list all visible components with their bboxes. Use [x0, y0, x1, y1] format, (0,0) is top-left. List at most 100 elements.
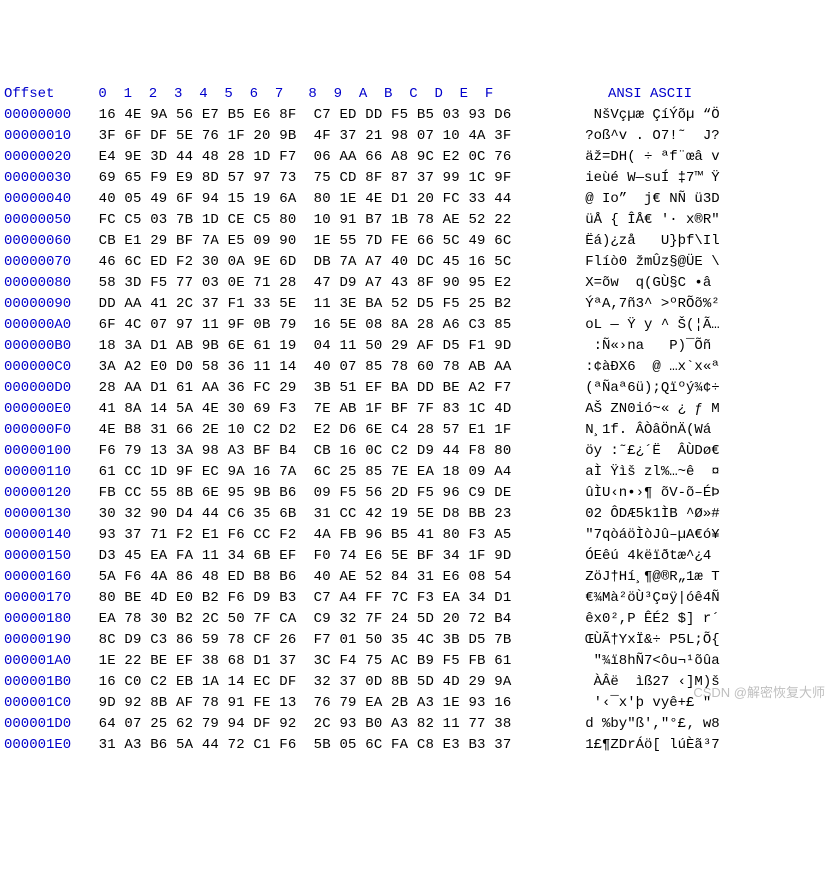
hex-row[interactable]: 00000030 69 65 F9 E9 8D 57 97 73 75 CD 8…: [0, 168, 833, 189]
ascii-cell[interactable]: AŠ ZN0ió~« ¿ ƒ M: [560, 399, 720, 420]
hex-row[interactable]: 00000070 46 6C ED F2 30 0A 9E 6D DB 7A A…: [0, 252, 833, 273]
ascii-cell[interactable]: ŒÙÃ†YxÏ&÷ P5L;Õ{: [560, 630, 720, 651]
hex-row[interactable]: 00000100 F6 79 13 3A 98 A3 BF B4 CB 16 0…: [0, 441, 833, 462]
ascii-cell[interactable]: üÅ { ÎÅ€ '· x®R": [560, 210, 720, 231]
offset-cell: 000000C0: [0, 357, 90, 378]
ascii-cell[interactable]: N¸1f. ÂÒâÖnÄ(Wá: [560, 420, 720, 441]
ascii-cell[interactable]: êx0²,P ÊÉ2 $] r´: [560, 609, 720, 630]
hex-bytes[interactable]: 8C D9 C3 86 59 78 CF 26 F7 01 50 35 4C 3…: [90, 630, 560, 651]
hex-bytes[interactable]: 6F 4C 07 97 11 9F 0B 79 16 5E 08 8A 28 A…: [90, 315, 560, 336]
hex-row[interactable]: 00000040 40 05 49 6F 94 15 19 6A 80 1E 4…: [0, 189, 833, 210]
hex-bytes[interactable]: FC C5 03 7B 1D CE C5 80 10 91 B7 1B 78 A…: [90, 210, 560, 231]
hex-row[interactable]: 000000C0 3A A2 E0 D0 58 36 11 14 40 07 8…: [0, 357, 833, 378]
offset-cell: 00000090: [0, 294, 90, 315]
hex-bytes[interactable]: 16 C0 C2 EB 1A 14 EC DF 32 37 0D 8B 5D 4…: [90, 672, 560, 693]
hex-bytes[interactable]: 58 3D F5 77 03 0E 71 28 47 D9 A7 43 8F 9…: [90, 273, 560, 294]
hex-row[interactable]: 00000000 16 4E 9A 56 E7 B5 E6 8F C7 ED D…: [0, 105, 833, 126]
hex-bytes[interactable]: D3 45 EA FA 11 34 6B EF F0 74 E6 5E BF 3…: [90, 546, 560, 567]
hex-bytes[interactable]: FB CC 55 8B 6E 95 9B B6 09 F5 56 2D F5 9…: [90, 483, 560, 504]
hex-row[interactable]: 000001D0 64 07 25 62 79 94 DF 92 2C 93 B…: [0, 714, 833, 735]
offset-cell: 00000010: [0, 126, 90, 147]
offset-cell: 00000080: [0, 273, 90, 294]
hex-row[interactable]: 000000A0 6F 4C 07 97 11 9F 0B 79 16 5E 0…: [0, 315, 833, 336]
hex-bytes[interactable]: 80 BE 4D E0 B2 F6 D9 B3 C7 A4 FF 7C F3 E…: [90, 588, 560, 609]
ascii-cell[interactable]: oL — Ÿ y ^ Š(¦Ã…: [560, 315, 720, 336]
ascii-cell[interactable]: ûÌU‹n•›¶ õV-õ–ÉÞ: [560, 483, 720, 504]
ascii-cell[interactable]: 1£¶ZDrÁö[ lúÈã³7: [560, 735, 720, 756]
hex-bytes[interactable]: 9D 92 8B AF 78 91 FE 13 76 79 EA 2B A3 1…: [90, 693, 560, 714]
ascii-cell[interactable]: :¢àÐX6 @ …x`x«ª: [560, 357, 720, 378]
ascii-cell[interactable]: :Ñ«›na P)¯Õñ: [560, 336, 720, 357]
ascii-cell[interactable]: €¾Mà²öÙ³Ç¤ÿ|óê4Ñ: [560, 588, 720, 609]
header-ascii-label: ANSI ASCII: [608, 84, 692, 105]
hex-row[interactable]: 00000170 80 BE 4D E0 B2 F6 D9 B3 C7 A4 F…: [0, 588, 833, 609]
hex-row[interactable]: 000000B0 18 3A D1 AB 9B 6E 61 19 04 11 5…: [0, 336, 833, 357]
hex-bytes[interactable]: 28 AA D1 61 AA 36 FC 29 3B 51 EF BA DD B…: [90, 378, 560, 399]
hex-bytes[interactable]: 16 4E 9A 56 E7 B5 E6 8F C7 ED DD F5 B5 0…: [90, 105, 560, 126]
hex-row[interactable]: 00000140 93 37 71 F2 E1 F6 CC F2 4A FB 9…: [0, 525, 833, 546]
hex-row[interactable]: 00000160 5A F6 4A 86 48 ED B8 B6 40 AE 5…: [0, 567, 833, 588]
ascii-cell[interactable]: ZöJ†Hí¸¶@®R„1æ T: [560, 567, 720, 588]
hex-row[interactable]: 00000090 DD AA 41 2C 37 F1 33 5E 11 3E B…: [0, 294, 833, 315]
hex-bytes[interactable]: 41 8A 14 5A 4E 30 69 F3 7E AB 1F BF 7F 8…: [90, 399, 560, 420]
hex-row[interactable]: 000001E0 31 A3 B6 5A 44 72 C1 F6 5B 05 6…: [0, 735, 833, 756]
hex-bytes[interactable]: 1E 22 BE EF 38 68 D1 37 3C F4 75 AC B9 F…: [90, 651, 560, 672]
hex-row[interactable]: 00000020 E4 9E 3D 44 48 28 1D F7 06 AA 6…: [0, 147, 833, 168]
hex-bytes[interactable]: 4E B8 31 66 2E 10 C2 D2 E2 D6 6E C4 28 5…: [90, 420, 560, 441]
ascii-cell[interactable]: @ Io” j€ NÑ ü3D: [560, 189, 720, 210]
hex-bytes[interactable]: 61 CC 1D 9F EC 9A 16 7A 6C 25 85 7E EA 1…: [90, 462, 560, 483]
hex-row[interactable]: 000000E0 41 8A 14 5A 4E 30 69 F3 7E AB 1…: [0, 399, 833, 420]
ascii-cell[interactable]: (ªÑaª6ü);Qïºý¾¢÷: [560, 378, 720, 399]
offset-cell: 000000D0: [0, 378, 90, 399]
ascii-cell[interactable]: NšVçµæ ÇíÝõµ “Ö: [560, 105, 720, 126]
hex-bytes[interactable]: EA 78 30 B2 2C 50 7F CA C9 32 7F 24 5D 2…: [90, 609, 560, 630]
hex-bytes[interactable]: F6 79 13 3A 98 A3 BF B4 CB 16 0C C2 D9 4…: [90, 441, 560, 462]
hex-bytes[interactable]: 5A F6 4A 86 48 ED B8 B6 40 AE 52 84 31 E…: [90, 567, 560, 588]
hex-row[interactable]: 00000010 3F 6F DF 5E 76 1F 20 9B 4F 37 2…: [0, 126, 833, 147]
hex-row[interactable]: 00000080 58 3D F5 77 03 0E 71 28 47 D9 A…: [0, 273, 833, 294]
ascii-cell[interactable]: ?oß^v . O7!˜ J?: [560, 126, 720, 147]
hex-row[interactable]: 00000060 CB E1 29 BF 7A E5 09 90 1E 55 7…: [0, 231, 833, 252]
ascii-cell[interactable]: ieùé W—suÍ ‡7™ Ÿ: [560, 168, 720, 189]
ascii-cell[interactable]: öy :˜£¿´Ë ÂÙDø€: [560, 441, 720, 462]
hex-row[interactable]: 00000050 FC C5 03 7B 1D CE C5 80 10 91 B…: [0, 210, 833, 231]
hex-bytes[interactable]: 46 6C ED F2 30 0A 9E 6D DB 7A A7 40 DC 4…: [90, 252, 560, 273]
offset-cell: 00000110: [0, 462, 90, 483]
ascii-cell[interactable]: Flíò0 žmÛz§@ÜE \: [560, 252, 720, 273]
ascii-cell[interactable]: 02 ÔDÆ5k1ÌB ^Ø»#: [560, 504, 720, 525]
hex-bytes[interactable]: 3F 6F DF 5E 76 1F 20 9B 4F 37 21 98 07 1…: [90, 126, 560, 147]
ascii-cell[interactable]: ÝªA,7ñ3^ >ºRÕõ%²: [560, 294, 720, 315]
hex-bytes[interactable]: 3A A2 E0 D0 58 36 11 14 40 07 85 78 60 7…: [90, 357, 560, 378]
ascii-cell[interactable]: X=õw q(GÙ§C •â: [560, 273, 711, 294]
offset-cell: 00000150: [0, 546, 90, 567]
ascii-cell[interactable]: "7qòáöÌòJû–µA€ó¥: [560, 525, 720, 546]
offset-cell: 00000120: [0, 483, 90, 504]
offset-cell: 00000180: [0, 609, 90, 630]
hex-row[interactable]: 000001A0 1E 22 BE EF 38 68 D1 37 3C F4 7…: [0, 651, 833, 672]
hex-bytes[interactable]: 31 A3 B6 5A 44 72 C1 F6 5B 05 6C FA C8 E…: [90, 735, 560, 756]
hex-bytes[interactable]: CB E1 29 BF 7A E5 09 90 1E 55 7D FE 66 5…: [90, 231, 560, 252]
hex-bytes[interactable]: 40 05 49 6F 94 15 19 6A 80 1E 4E D1 20 F…: [90, 189, 560, 210]
hex-row[interactable]: 00000180 EA 78 30 B2 2C 50 7F CA C9 32 7…: [0, 609, 833, 630]
hex-row[interactable]: 000000D0 28 AA D1 61 AA 36 FC 29 3B 51 E…: [0, 378, 833, 399]
ascii-cell[interactable]: ÓEêú 4këïðtæ^¿4: [560, 546, 720, 567]
hex-row[interactable]: 000000F0 4E B8 31 66 2E 10 C2 D2 E2 D6 6…: [0, 420, 833, 441]
hex-row[interactable]: 00000120 FB CC 55 8B 6E 95 9B B6 09 F5 5…: [0, 483, 833, 504]
hex-row[interactable]: 00000130 30 32 90 D4 44 C6 35 6B 31 CC 4…: [0, 504, 833, 525]
hex-row[interactable]: 00000110 61 CC 1D 9F EC 9A 16 7A 6C 25 8…: [0, 462, 833, 483]
ascii-cell[interactable]: äž=DH( ÷ ªf¨œâ v: [560, 147, 720, 168]
ascii-cell[interactable]: Ëá)¿zå U}þf\Il: [560, 231, 720, 252]
ascii-cell[interactable]: aÌ Ÿìš zl%…~ê ¤: [560, 462, 720, 483]
hex-bytes[interactable]: 69 65 F9 E9 8D 57 97 73 75 CD 8F 87 37 9…: [90, 168, 560, 189]
ascii-cell[interactable]: d %by"ß',"°£‚ w8: [560, 714, 720, 735]
hex-bytes[interactable]: DD AA 41 2C 37 F1 33 5E 11 3E BA 52 D5 F…: [90, 294, 560, 315]
offset-cell: 00000170: [0, 588, 90, 609]
ascii-cell[interactable]: "¾ï8hÑ7<ôu¬¹õûa: [560, 651, 720, 672]
hex-bytes[interactable]: 30 32 90 D4 44 C6 35 6B 31 CC 42 19 5E D…: [90, 504, 560, 525]
hex-row[interactable]: 00000150 D3 45 EA FA 11 34 6B EF F0 74 E…: [0, 546, 833, 567]
hex-bytes[interactable]: E4 9E 3D 44 48 28 1D F7 06 AA 66 A8 9C E…: [90, 147, 560, 168]
hex-bytes[interactable]: 18 3A D1 AB 9B 6E 61 19 04 11 50 29 AF D…: [90, 336, 560, 357]
hex-row[interactable]: 00000190 8C D9 C3 86 59 78 CF 26 F7 01 5…: [0, 630, 833, 651]
hex-bytes[interactable]: 93 37 71 F2 E1 F6 CC F2 4A FB 96 B5 41 8…: [90, 525, 560, 546]
hex-bytes[interactable]: 64 07 25 62 79 94 DF 92 2C 93 B0 A3 82 1…: [90, 714, 560, 735]
